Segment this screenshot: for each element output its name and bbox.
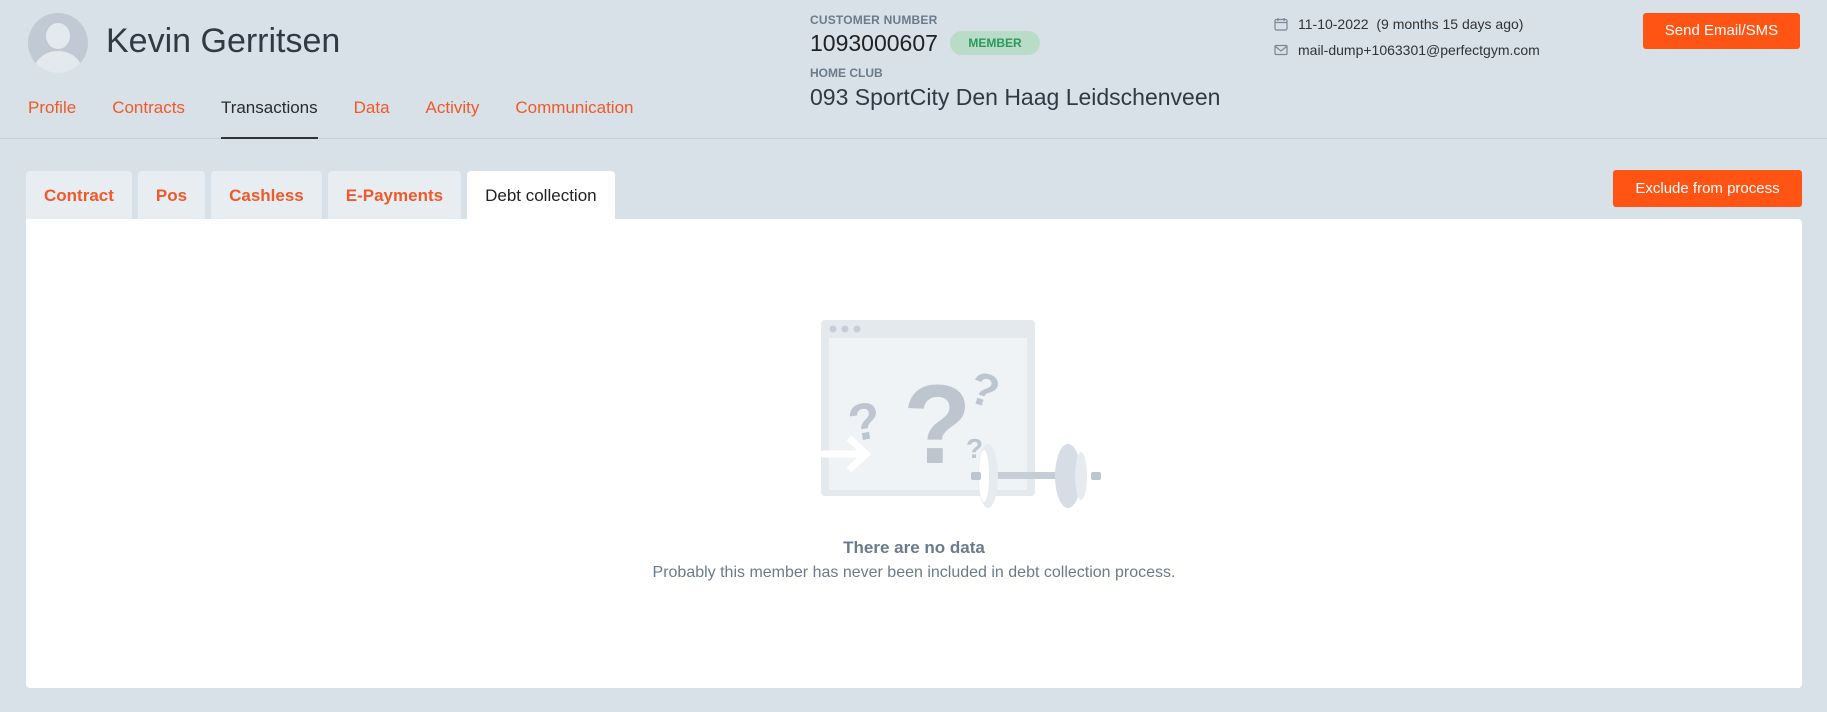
- email-row: mail-dump+1063301@perfectgym.com: [1274, 42, 1540, 58]
- home-club-name: 093 SportCity Den Haag Leidschenveen: [810, 84, 1221, 110]
- nav-data[interactable]: Data: [354, 96, 390, 139]
- nav-profile[interactable]: Profile: [28, 96, 76, 139]
- mail-icon: [1274, 44, 1288, 56]
- svg-text:?: ?: [903, 362, 971, 487]
- avatar-head: [46, 23, 70, 49]
- avatar: [28, 13, 88, 73]
- debt-collection-panel: ? ? ? ? There are no data Probably this …: [26, 219, 1802, 688]
- nav-contracts[interactable]: Contracts: [112, 96, 185, 139]
- send-email-sms-button[interactable]: Send Email/SMS: [1643, 13, 1800, 49]
- tab-cashless[interactable]: Cashless: [211, 171, 322, 219]
- join-date: 11-10-2022 (9 months 15 days ago): [1298, 16, 1524, 32]
- tab-e-payments[interactable]: E-Payments: [327, 171, 462, 219]
- empty-state-illustration: ? ? ? ?: [821, 320, 1101, 508]
- empty-state-description: Probably this member has never been incl…: [652, 564, 1176, 581]
- nav-activity[interactable]: Activity: [426, 96, 480, 139]
- join-date-row: 11-10-2022 (9 months 15 days ago): [1274, 16, 1523, 32]
- transaction-tabs: Contract Pos Cashless E-Payments Debt co…: [26, 171, 621, 219]
- empty-state-title: There are no data: [843, 538, 985, 557]
- home-club-label: HOME CLUB: [810, 66, 883, 80]
- email-address[interactable]: mail-dump+1063301@perfectgym.com: [1298, 42, 1540, 58]
- tab-contract[interactable]: Contract: [26, 171, 132, 219]
- exclude-from-process-button[interactable]: Exclude from process: [1613, 170, 1802, 207]
- customer-number-label: CUSTOMER NUMBER: [810, 13, 938, 27]
- calendar-icon: [1274, 18, 1288, 31]
- tab-debt-collection[interactable]: Debt collection: [467, 171, 615, 219]
- member-name: Kevin Gerritsen: [106, 22, 341, 60]
- avatar-body: [34, 51, 82, 73]
- member-header: Kevin Gerritsen Profile Contracts Transa…: [0, 0, 1827, 139]
- nav-communication[interactable]: Communication: [515, 96, 633, 139]
- nav-transactions[interactable]: Transactions: [220, 96, 318, 139]
- status-badge: MEMBER: [950, 31, 1040, 55]
- customer-number: 1093000607: [810, 30, 938, 56]
- tab-pos[interactable]: Pos: [137, 171, 206, 219]
- main-nav: Profile Contracts Transactions Data Acti…: [28, 96, 670, 139]
